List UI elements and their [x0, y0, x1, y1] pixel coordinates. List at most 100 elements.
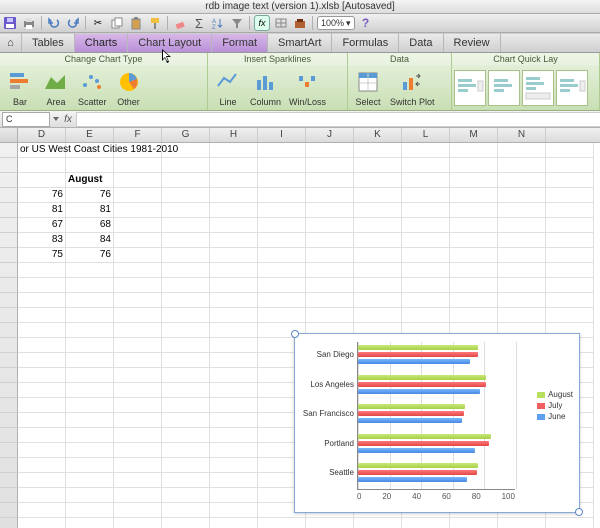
cell[interactable]: 76 [18, 188, 66, 203]
cell[interactable] [402, 293, 450, 308]
cell[interactable] [306, 188, 354, 203]
select-all-corner[interactable] [0, 128, 18, 142]
cell[interactable] [210, 383, 258, 398]
cell[interactable] [210, 488, 258, 503]
row-header[interactable] [0, 218, 18, 233]
cell[interactable] [546, 173, 594, 188]
row-header[interactable] [0, 368, 18, 383]
cell[interactable] [162, 263, 210, 278]
legend-item[interactable]: August [537, 390, 573, 399]
cell[interactable] [210, 323, 258, 338]
column-header[interactable]: J [306, 128, 354, 142]
cell[interactable] [498, 218, 546, 233]
cell[interactable] [546, 158, 594, 173]
area-chart-button[interactable]: Area [40, 67, 72, 108]
cut-icon[interactable]: ✂ [90, 15, 106, 31]
cell[interactable] [210, 398, 258, 413]
chart-plot-area[interactable]: San DiegoLos AngelesSan FranciscoPortlan… [357, 342, 515, 490]
cell[interactable] [210, 443, 258, 458]
cell[interactable] [306, 143, 354, 158]
cell[interactable] [546, 218, 594, 233]
cell[interactable] [258, 203, 306, 218]
cell[interactable] [66, 503, 114, 518]
cell[interactable] [66, 158, 114, 173]
cell[interactable]: 75 [18, 248, 66, 263]
cell[interactable] [66, 338, 114, 353]
sparkline-winloss-button[interactable]: Win/Loss [287, 67, 328, 108]
cell[interactable] [210, 263, 258, 278]
cell[interactable] [450, 293, 498, 308]
cell[interactable] [66, 263, 114, 278]
cell[interactable]: 76 [66, 248, 114, 263]
cell[interactable] [210, 248, 258, 263]
cell[interactable] [114, 248, 162, 263]
cell[interactable] [162, 368, 210, 383]
cell[interactable] [114, 368, 162, 383]
cell[interactable] [162, 203, 210, 218]
cell[interactable] [546, 233, 594, 248]
cell[interactable] [258, 293, 306, 308]
cell[interactable] [402, 188, 450, 203]
row-header[interactable] [0, 323, 18, 338]
cell[interactable] [66, 473, 114, 488]
cell[interactable] [354, 293, 402, 308]
cell[interactable] [162, 428, 210, 443]
cell[interactable] [114, 338, 162, 353]
cell[interactable] [162, 158, 210, 173]
cell[interactable] [258, 233, 306, 248]
column-header[interactable]: M [450, 128, 498, 142]
cell[interactable] [450, 308, 498, 323]
cell[interactable] [402, 203, 450, 218]
cell[interactable] [66, 488, 114, 503]
select-data-button[interactable]: Select [352, 67, 384, 108]
row-header[interactable] [0, 428, 18, 443]
row-header[interactable] [0, 173, 18, 188]
cell[interactable] [450, 263, 498, 278]
cell[interactable] [114, 323, 162, 338]
row-header[interactable] [0, 278, 18, 293]
cell[interactable] [162, 278, 210, 293]
cell[interactable] [498, 263, 546, 278]
tab-format[interactable]: Format [212, 33, 268, 52]
cell[interactable] [18, 503, 66, 518]
cell[interactable] [114, 353, 162, 368]
cell[interactable] [162, 383, 210, 398]
cell[interactable] [210, 308, 258, 323]
cell[interactable] [498, 308, 546, 323]
cell[interactable] [402, 263, 450, 278]
cell[interactable] [210, 143, 258, 158]
cell[interactable] [18, 323, 66, 338]
chart-bar[interactable] [358, 375, 486, 380]
column-header[interactable]: E [66, 128, 114, 142]
name-box[interactable]: C [2, 112, 50, 127]
cell[interactable] [546, 293, 594, 308]
column-header[interactable]: K [354, 128, 402, 142]
chart-bar[interactable] [358, 434, 491, 439]
cell[interactable] [66, 353, 114, 368]
cell[interactable] [18, 158, 66, 173]
chart-legend[interactable]: AugustJulyJune [537, 388, 573, 423]
cell[interactable] [18, 353, 66, 368]
cell[interactable] [66, 308, 114, 323]
row-header[interactable] [0, 353, 18, 368]
cell[interactable] [498, 188, 546, 203]
tab-tables[interactable]: Tables [22, 33, 75, 52]
column-header[interactable]: N [498, 128, 546, 142]
cell[interactable] [18, 488, 66, 503]
row-header[interactable] [0, 443, 18, 458]
cell[interactable] [450, 188, 498, 203]
cell[interactable] [498, 158, 546, 173]
cell[interactable] [402, 518, 450, 528]
cell[interactable] [66, 458, 114, 473]
cell[interactable] [450, 518, 498, 528]
cell[interactable] [114, 518, 162, 528]
cell[interactable]: 81 [66, 203, 114, 218]
cell[interactable] [354, 173, 402, 188]
cell[interactable] [306, 203, 354, 218]
cell[interactable]: 83 [18, 233, 66, 248]
cell[interactable] [306, 233, 354, 248]
cell[interactable] [114, 263, 162, 278]
cell[interactable] [114, 203, 162, 218]
toolbox-icon[interactable] [292, 15, 308, 31]
cell[interactable] [114, 503, 162, 518]
